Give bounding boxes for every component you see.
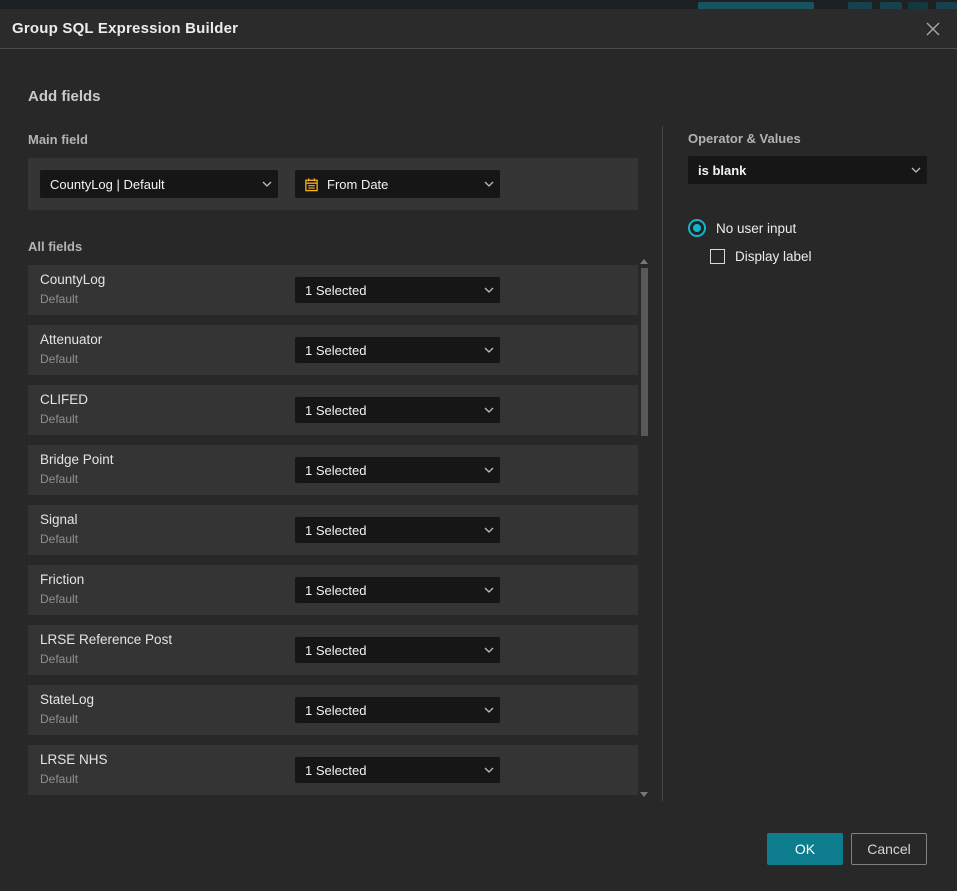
field-selection-dropdown[interactable]: 1 Selected [295,457,500,483]
operator-select-dropdown[interactable]: is blank [688,156,927,184]
field-selection-value: 1 Selected [295,523,478,538]
field-name: StateLog [40,692,94,707]
field-name: Signal [40,512,78,527]
field-selection-value: 1 Selected [295,643,478,658]
field-selection-value: 1 Selected [295,763,478,778]
chevron-down-icon [478,407,500,413]
field-name: LRSE NHS [40,752,108,767]
chevron-down-icon [478,647,500,653]
field-selection-dropdown[interactable]: 1 Selected [295,577,500,603]
field-row: Signal Default 1 Selected [28,505,638,555]
field-selection-dropdown[interactable]: 1 Selected [295,637,500,663]
all-fields-list: CountyLog Default 1 Selected Attenuator … [28,265,638,795]
field-row: LRSE NHS Default 1 Selected [28,745,638,795]
field-subtitle: Default [40,652,78,666]
panel-divider [662,126,663,801]
layer-select-dropdown[interactable]: CountyLog | Default [40,170,278,198]
field-selection-dropdown[interactable]: 1 Selected [295,277,500,303]
chevron-down-icon [478,707,500,713]
field-row: StateLog Default 1 Selected [28,685,638,735]
field-subtitle: Default [40,532,78,546]
field-selection-value: 1 Selected [295,463,478,478]
field-row: Friction Default 1 Selected [28,565,638,615]
field-name: Friction [40,572,84,587]
add-fields-heading: Add fields [28,88,101,105]
dialog-title: Group SQL Expression Builder [12,9,238,48]
checkbox-unchecked-icon[interactable] [710,249,725,264]
chevron-down-icon [478,767,500,773]
field-subtitle: Default [40,412,78,426]
field-row: CLIFED Default 1 Selected [28,385,638,435]
field-selection-value: 1 Selected [295,343,478,358]
radio-selected-icon[interactable] [688,219,706,237]
field-row: Attenuator Default 1 Selected [28,325,638,375]
operator-select-value: is blank [688,163,905,178]
main-field-select-value: From Date [319,177,478,192]
field-name: CLIFED [40,392,88,407]
chevron-down-icon [256,181,278,187]
cancel-button[interactable]: Cancel [851,833,927,865]
display-label-checkbox-row[interactable]: Display label [710,249,812,264]
close-button[interactable] [922,18,944,40]
field-subtitle: Default [40,292,78,306]
no-user-input-label: No user input [716,221,796,236]
field-selection-value: 1 Selected [295,403,478,418]
background-toolbar-fragment [936,2,957,9]
field-selection-dropdown[interactable]: 1 Selected [295,337,500,363]
dialog-titlebar: Group SQL Expression Builder [0,9,957,48]
background-app-strip [0,0,957,9]
field-row: CountyLog Default 1 Selected [28,265,638,315]
field-selection-dropdown[interactable]: 1 Selected [295,397,500,423]
main-field-select-dropdown[interactable]: From Date [295,170,500,198]
chevron-down-icon [905,167,927,173]
group-sql-expression-builder-dialog: Group SQL Expression Builder Add fields … [0,9,957,891]
field-subtitle: Default [40,352,78,366]
field-selection-dropdown[interactable]: 1 Selected [295,517,500,543]
chevron-down-icon [478,527,500,533]
field-row: LRSE Reference Post Default 1 Selected [28,625,638,675]
all-fields-label: All fields [28,239,82,254]
field-name: CountyLog [40,272,105,287]
operator-values-heading: Operator & Values [688,131,801,146]
field-selection-value: 1 Selected [295,283,478,298]
field-row: Bridge Point Default 1 Selected [28,445,638,495]
field-name: LRSE Reference Post [40,632,172,647]
display-label-label: Display label [735,249,812,264]
background-toolbar-fragment [908,2,928,9]
layer-select-value: CountyLog | Default [40,177,256,192]
field-selection-dropdown[interactable]: 1 Selected [295,757,500,783]
field-name: Bridge Point [40,452,114,467]
background-live-view-button-fragment [698,2,814,9]
chevron-down-icon [478,347,500,353]
titlebar-divider [0,48,957,49]
field-subtitle: Default [40,712,78,726]
field-selection-dropdown[interactable]: 1 Selected [295,697,500,723]
field-selection-value: 1 Selected [295,583,478,598]
no-user-input-radio-row[interactable]: No user input [688,219,796,237]
scrollbar-up-arrow-icon[interactable] [640,259,648,264]
background-toolbar-fragment [880,2,902,9]
chevron-down-icon [478,587,500,593]
field-subtitle: Default [40,472,78,486]
field-selection-value: 1 Selected [295,703,478,718]
field-subtitle: Default [40,592,78,606]
main-field-panel: CountyLog | Default From Date [28,158,638,210]
field-subtitle: Default [40,772,78,786]
scrollbar-down-arrow-icon[interactable] [640,792,648,797]
scrollbar-thumb[interactable] [641,268,648,436]
fields-list-scrollbar[interactable] [638,257,650,799]
ok-button[interactable]: OK [767,833,843,865]
close-icon [924,20,942,38]
chevron-down-icon [478,181,500,187]
background-toolbar-fragment [848,2,872,9]
calendar-icon [304,177,319,192]
chevron-down-icon [478,467,500,473]
main-field-label: Main field [28,132,88,147]
chevron-down-icon [478,287,500,293]
field-name: Attenuator [40,332,102,347]
